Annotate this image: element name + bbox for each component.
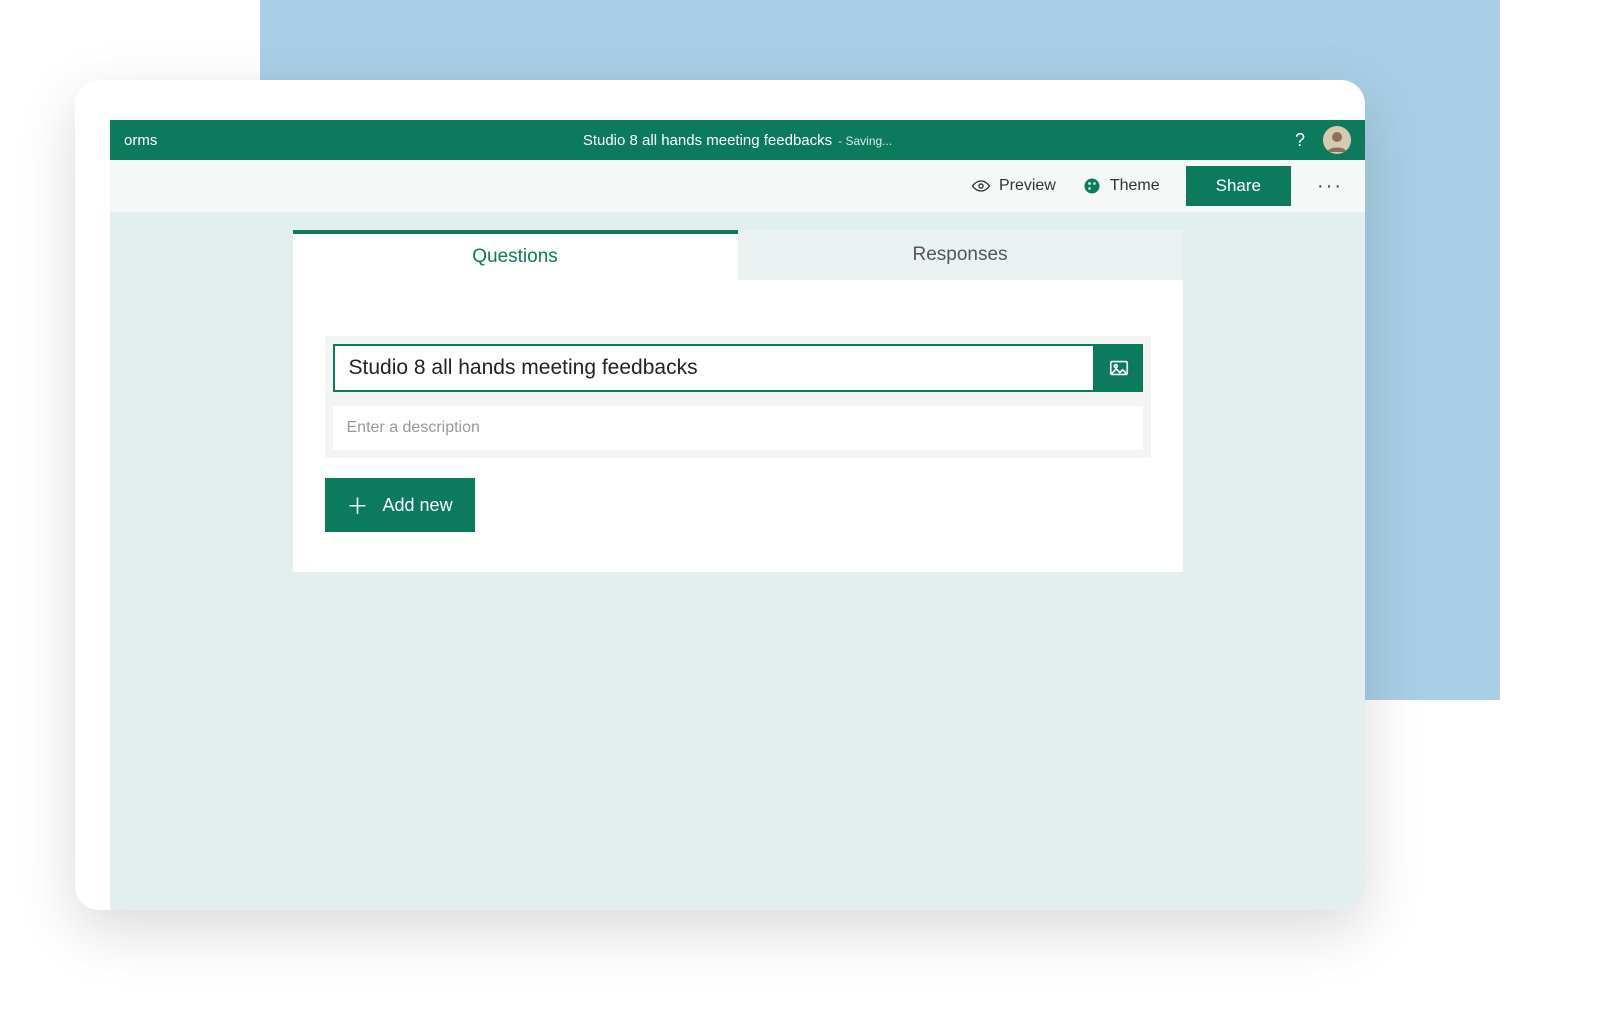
theme-button[interactable]: Theme [1082,176,1160,196]
more-icon[interactable]: ··· [1317,175,1343,198]
image-icon [1108,357,1130,379]
document-title: Studio 8 all hands meeting feedbacks [583,132,832,149]
preview-label: Preview [999,177,1056,195]
app-name-fragment: orms [124,132,157,149]
title-bar: orms Studio 8 all hands meeting feedback… [110,120,1365,160]
eye-icon [971,176,991,196]
form-panel: Questions Responses [293,230,1183,910]
content-area: Questions Responses [110,212,1365,910]
theme-label: Theme [1110,177,1160,195]
user-avatar[interactable] [1323,126,1351,154]
share-label: Share [1216,176,1261,195]
plus-icon: ＋ [347,489,369,521]
preview-button[interactable]: Preview [971,176,1056,196]
tab-questions-label: Questions [472,246,558,268]
command-bar: Preview Theme Share ··· [110,160,1365,212]
save-status: - Saving... [838,134,892,148]
form-body: ＋ Add new [293,280,1183,572]
add-new-button[interactable]: ＋ Add new [325,478,475,532]
title-block [325,336,1151,458]
tab-strip: Questions Responses [293,230,1183,280]
tab-responses-label: Responses [912,244,1007,266]
form-title-input[interactable] [333,344,1095,392]
add-new-label: Add new [383,495,453,516]
share-button[interactable]: Share [1186,166,1291,206]
help-icon[interactable]: ? [1295,130,1305,151]
insert-image-button[interactable] [1095,344,1143,392]
tab-questions[interactable]: Questions [293,230,738,280]
app-window: orms Studio 8 all hands meeting feedback… [110,120,1365,910]
device-frame: orms Studio 8 all hands meeting feedback… [75,80,1365,910]
document-title-group: Studio 8 all hands meeting feedbacks - S… [583,132,892,149]
form-description-input[interactable] [333,406,1143,450]
palette-icon [1082,176,1102,196]
tab-responses[interactable]: Responses [738,230,1183,280]
